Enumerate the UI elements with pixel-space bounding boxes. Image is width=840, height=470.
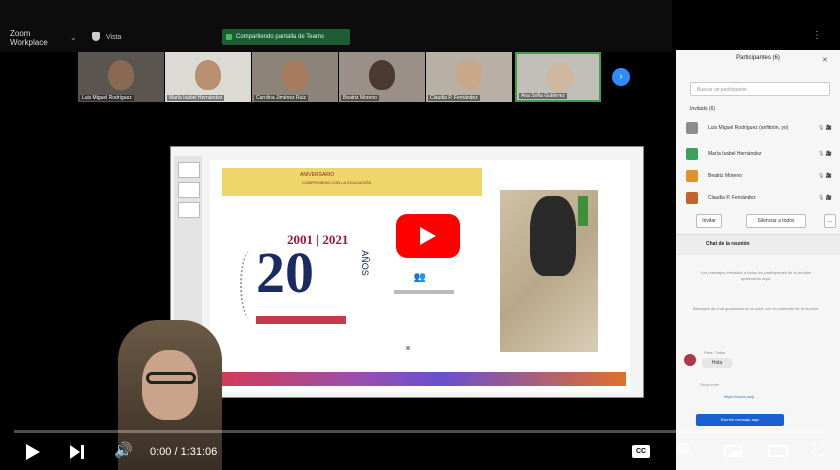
participant-face (195, 60, 221, 90)
chat-title: Chat de la reunión (706, 241, 750, 247)
slide-banner-title: ANIVERSARIO (300, 172, 335, 178)
participant-face (108, 60, 134, 90)
participant-name: María Isabel Hernández (167, 95, 225, 101)
participant-row-name: María Isabel Hernández (708, 151, 762, 157)
participant-name: Carolina Jiménez Ruiz (254, 95, 309, 101)
video-tile[interactable]: María Isabel Hernández (165, 52, 251, 102)
chat-message: Hola (702, 358, 732, 368)
chevron-down-icon[interactable]: ⌄ (70, 33, 77, 42)
theater-mode-icon[interactable] (768, 445, 788, 457)
org-caption (394, 290, 454, 294)
mute-all-button[interactable]: Silenciar a todos (746, 214, 806, 228)
participant-face (282, 60, 308, 90)
play-icon[interactable] (26, 444, 40, 460)
avatar (686, 192, 698, 204)
participant-name: Claudia P. Fernández (428, 95, 480, 101)
video-tile[interactable]: Claudia P. Fernández (426, 52, 512, 102)
anniversary-ribbon (256, 316, 346, 324)
video-tile-active-speaker[interactable]: Ana Sofía Gutiérrez (515, 52, 601, 102)
app-name: Zoom Workplace (10, 29, 48, 47)
slide-footer-gradient (216, 372, 626, 386)
miniplayer-inner-icon (732, 451, 739, 456)
section-label: Invitado (6) (690, 106, 716, 112)
chat-system-message: Los mensajes enviados a todos los partic… (700, 270, 812, 281)
video-tile[interactable]: Luis Miguel Rodríguez (78, 52, 164, 102)
next-bar-icon (81, 445, 84, 459)
volume-icon[interactable]: 🔊 (114, 443, 133, 459)
play-triangle-icon (420, 227, 436, 245)
photo-figure (530, 196, 576, 276)
participant-row[interactable]: Luis Miguel Rodríguez (anfitrión, yo) 🎙 🎥 (686, 120, 836, 136)
view-button[interactable]: Vista (106, 34, 121, 41)
mic-camera-icon[interactable]: 🎙 🎥 (818, 190, 832, 206)
participant-name: Luis Miguel Rodríguez (80, 95, 134, 101)
mic-camera-icon[interactable]: 🎙 🎥 (818, 168, 832, 184)
anniversary-unit: AÑOS (359, 250, 370, 276)
participant-row-name: Luis Miguel Rodríguez (anfitrión, yo) (708, 125, 789, 131)
slide-thumbnail[interactable] (178, 182, 200, 198)
slide-banner-subtitle: COMPROMISO CON LA EDUCACIÓN (302, 180, 372, 185)
slide-thumbnail[interactable] (178, 202, 200, 218)
participant-row[interactable]: Beatriz Moreno 🎙 🎥 (686, 168, 836, 184)
participants-panel (676, 50, 840, 470)
time-display: 0:00 / 1:31:06 (150, 446, 218, 458)
participant-name: Beatriz Moreno (341, 95, 379, 101)
participant-face (369, 60, 395, 90)
participant-row-name: Beatriz Moreno (708, 173, 742, 179)
chat-header[interactable] (676, 234, 840, 255)
invite-button[interactable]: Invitar (696, 214, 722, 228)
video-tile[interactable]: Carolina Jiménez Ruiz (252, 52, 338, 102)
fullscreen-icon[interactable]: ⛶ (812, 443, 823, 459)
anniversary-number: 20 (256, 240, 314, 305)
more-options-icon[interactable]: ⋮ (812, 30, 822, 41)
participant-face (547, 62, 573, 92)
photo-accent (578, 196, 588, 226)
close-icon[interactable]: ✕ (822, 56, 828, 64)
avatar (686, 170, 698, 182)
mic-camera-icon[interactable]: 🎙 🎥 (818, 146, 832, 162)
gear-icon[interactable]: ⚙ (677, 441, 691, 459)
people-logo-icon: 👥 (413, 272, 427, 283)
participant-search-input[interactable]: Buscar un participante (690, 82, 830, 96)
chat-sender: Para: Todos (704, 350, 726, 355)
share-status-icon (226, 34, 232, 40)
panel-title: Participantes (6) (736, 55, 780, 61)
slide-thumbnail[interactable] (178, 162, 200, 178)
next-icon[interactable] (70, 445, 80, 459)
mic-camera-icon[interactable]: 🎙 🎥 (818, 120, 832, 136)
chat-system-message: Mensajes de chat guardados en la nube co… (692, 306, 820, 311)
slide-marker (406, 346, 410, 350)
avatar (686, 148, 698, 160)
participant-name: Ana Sofía Gutiérrez (519, 93, 567, 99)
captions-icon[interactable]: CC (632, 445, 650, 458)
glasses-icon (146, 372, 196, 384)
progress-bar[interactable] (14, 430, 826, 433)
avatar (686, 122, 698, 134)
presenter-face (142, 350, 198, 420)
avatar (684, 354, 696, 366)
participant-row[interactable]: Claudia P. Fernández 🎙 🎥 (686, 190, 836, 206)
more-button[interactable]: … (824, 214, 836, 228)
share-banner[interactable]: Compartiendo pantalla de Teams (222, 29, 350, 45)
video-tile[interactable]: Beatriz Moreno (339, 52, 425, 102)
chat-link[interactable]: https://zoom.us/j/… (724, 394, 758, 399)
participant-row-name: Claudia P. Fernández (708, 195, 756, 201)
chat-input[interactable]: Escribir mensaje aquí (696, 414, 784, 426)
reply-link[interactable]: Responder (700, 382, 720, 387)
participant-row[interactable]: María Isabel Hernández 🎙 🎥 (686, 146, 836, 162)
chevron-right-icon[interactable]: › (612, 68, 630, 86)
participant-face (456, 60, 482, 90)
shield-icon[interactable] (92, 32, 100, 41)
